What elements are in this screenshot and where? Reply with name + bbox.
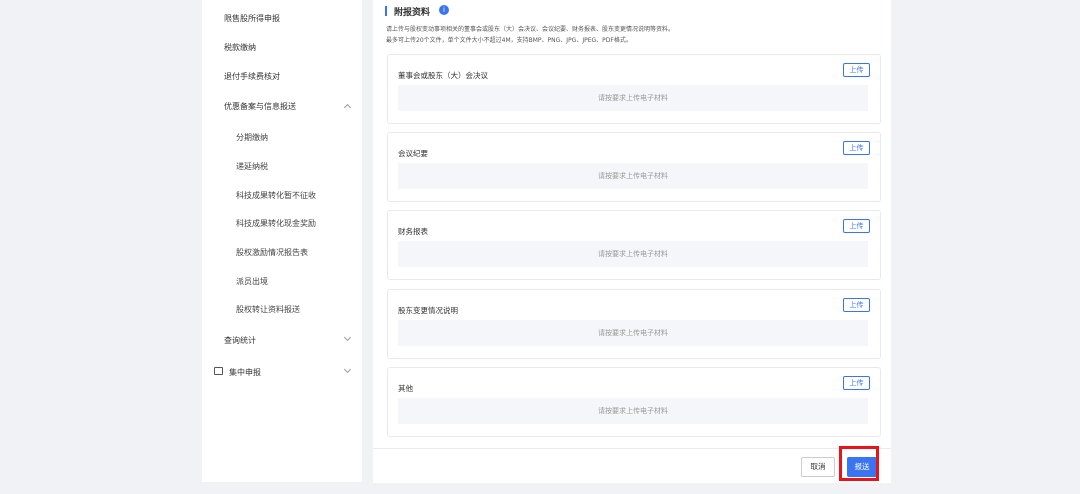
section-file-limits: 最多可上传20个文件，单个文件大小不超过4M，支持BMP、PNG、JPG、JPE…: [386, 37, 632, 44]
sidebar-item-preferential-filing[interactable]: 优惠备案与信息报送: [224, 101, 296, 112]
upload-button[interactable]: 上传: [843, 376, 870, 390]
chevron-down-icon[interactable]: [343, 333, 352, 342]
cancel-button[interactable]: 取消: [801, 457, 835, 477]
card-title: 会议纪要: [398, 149, 428, 158]
card-title: 董事会或股东（大）会决议: [398, 71, 488, 80]
section-accent-bar: [385, 6, 387, 16]
upload-button[interactable]: 上传: [843, 298, 870, 312]
sidebar-subitem-staff-abroad[interactable]: 派员出境: [236, 276, 268, 287]
sidebar-item-refund-fee-check[interactable]: 退付手续费核对: [224, 71, 280, 82]
sidebar: 限售股所得申报 税款缴纳 退付手续费核对 优惠备案与信息报送 分期缴纳 递延纳税…: [202, 0, 362, 482]
attachment-panel: 附报资料 i 请上传与股权变动事项相关的董事会或股东（大）会决议、会议纪要、财务…: [373, 0, 891, 482]
chevron-up-icon[interactable]: [343, 103, 352, 112]
monitor-icon: [214, 367, 223, 375]
sidebar-item-query-stats[interactable]: 查询统计: [224, 335, 256, 346]
section-description: 请上传与股权变动事项相关的董事会或股东（大）会决议、会议纪要、财务报表、股东变更…: [386, 26, 675, 33]
card-title: 其他: [398, 384, 413, 393]
upload-dropzone[interactable]: 请按要求上传电子材料: [398, 241, 868, 267]
upload-dropzone[interactable]: 请按要求上传电子材料: [398, 163, 868, 189]
sidebar-subitem-equity-transfer[interactable]: 股权转让资料报送: [236, 304, 300, 315]
upload-button[interactable]: 上传: [843, 219, 870, 233]
upload-dropzone[interactable]: 请按要求上传电子材料: [398, 85, 868, 111]
upload-card-other: 其他 上传 请按要求上传电子材料: [387, 367, 881, 437]
upload-dropzone[interactable]: 请按要求上传电子材料: [398, 398, 868, 424]
card-title: 财务报表: [398, 227, 428, 236]
sidebar-subitem-tech-transfer-exempt[interactable]: 科技成果转化暂不征收: [236, 190, 316, 201]
upload-card-financial-statements: 财务报表 上传 请按要求上传电子材料: [387, 210, 881, 280]
sidebar-subitem-equity-incentive[interactable]: 股权激励情况报告表: [236, 247, 308, 258]
highlight-box: [839, 446, 879, 481]
upload-card-board-resolution: 董事会或股东（大）会决议 上传 请按要求上传电子材料: [387, 54, 881, 124]
sidebar-subitem-installment[interactable]: 分期缴纳: [236, 132, 268, 143]
chevron-down-icon[interactable]: [343, 365, 352, 374]
upload-button[interactable]: 上传: [843, 141, 870, 155]
card-title: 股东变更情况说明: [398, 306, 458, 315]
sidebar-subitem-tech-transfer-cash[interactable]: 科技成果转化现金奖励: [236, 218, 316, 229]
info-icon[interactable]: i: [439, 5, 449, 15]
upload-card-shareholder-change: 股东变更情况说明 上传 请按要求上传电子材料: [387, 289, 881, 359]
action-footer: 取消 报送: [373, 448, 891, 483]
sidebar-item-centralized-filing[interactable]: 集中申报: [229, 367, 261, 378]
sidebar-subitem-deferred-tax[interactable]: 递延纳税: [236, 161, 268, 172]
section-title: 附报资料: [394, 8, 431, 18]
upload-card-meeting-minutes: 会议纪要 上传 请按要求上传电子材料: [387, 132, 881, 202]
upload-dropzone[interactable]: 请按要求上传电子材料: [398, 320, 868, 346]
sidebar-item-tax-payment[interactable]: 税款缴纳: [224, 42, 256, 53]
upload-button[interactable]: 上传: [843, 63, 870, 77]
sidebar-item-restricted-shares[interactable]: 限售股所得申报: [224, 13, 280, 24]
